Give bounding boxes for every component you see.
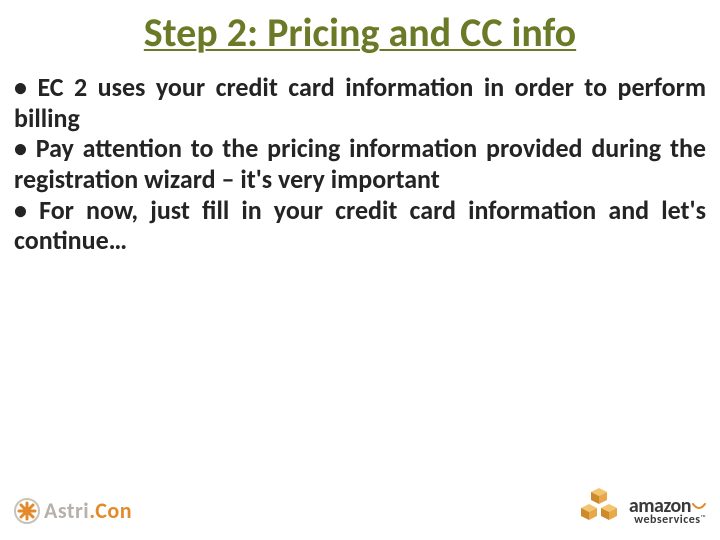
- asterisk-icon: [14, 498, 40, 524]
- bullet-2: • Pay attention to the pricing informati…: [14, 133, 706, 194]
- astricon-logo: Astri.Con: [14, 497, 132, 524]
- aws-logo: amazon webservices™: [577, 486, 706, 526]
- boxes-icon: [577, 486, 621, 526]
- webservices-word: webservices: [634, 513, 700, 527]
- bullet-3-text: For now, just fill in your credit card i…: [14, 194, 706, 257]
- title-text: Step 2: Pricing and CC info: [144, 8, 576, 57]
- slide: Step 2: Pricing and CC info • EC 2 uses …: [0, 0, 720, 540]
- bullet-1: • EC 2 uses your credit card information…: [14, 72, 706, 133]
- footer: Astri.Con: [0, 474, 720, 530]
- astricon-text: Astri.Con: [44, 497, 132, 524]
- bullet-3: • For now, just fill in your credit card…: [14, 195, 706, 256]
- bullet-1-text: EC 2 uses your credit card information i…: [14, 71, 706, 134]
- slide-title: Step 2: Pricing and CC info: [0, 8, 720, 57]
- aws-text: amazon webservices™: [629, 496, 706, 526]
- astricon-part2: Con: [95, 497, 132, 524]
- bullet-2-text: Pay attention to the pricing information…: [14, 132, 706, 195]
- webservices-line: webservices™: [634, 514, 706, 526]
- astricon-part1: Astri: [44, 497, 89, 524]
- slide-body: • EC 2 uses your credit card information…: [14, 72, 706, 256]
